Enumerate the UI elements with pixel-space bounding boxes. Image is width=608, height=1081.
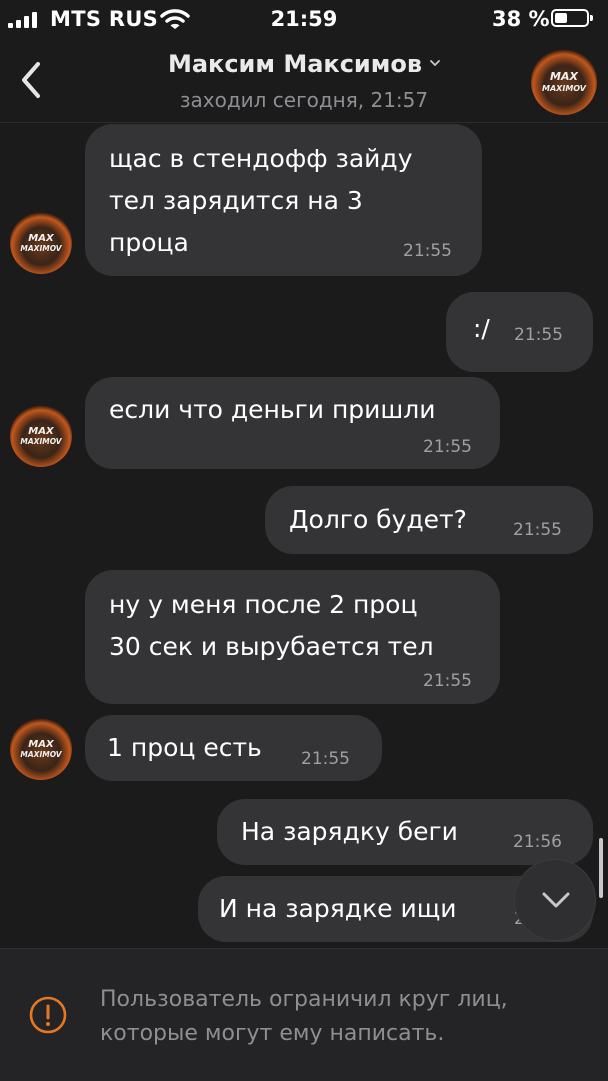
svg-text:MAXIMOV: MAXIMOV bbox=[542, 84, 587, 93]
svg-text:MAXIMOV: MAXIMOV bbox=[20, 750, 62, 759]
message-text: щас в стендофф зайду тел зарядится на 3 … bbox=[109, 144, 413, 257]
message-text: Долго будет? bbox=[289, 505, 467, 534]
scrollbar[interactable] bbox=[599, 838, 603, 898]
battery-percent: 38 % bbox=[492, 7, 550, 31]
message-time: 21:55 bbox=[403, 241, 452, 261]
warning-icon bbox=[29, 996, 67, 1034]
message-time: 21:56 bbox=[513, 832, 562, 852]
contact-name: Максим Максимов bbox=[167, 50, 423, 78]
message-text: На зарядку беги bbox=[241, 817, 458, 846]
chat-header: Максим Максимов заходил сегодня, 21:57 M… bbox=[0, 38, 608, 123]
message-bubble-outgoing[interactable]: Долго будет? 21:55 bbox=[265, 486, 593, 554]
svg-text:MAXIMOV: MAXIMOV bbox=[20, 437, 62, 446]
svg-text:MAX: MAX bbox=[550, 70, 578, 83]
last-seen-status: заходил сегодня, 21:57 bbox=[179, 88, 429, 112]
message-time: 21:55 bbox=[423, 437, 472, 457]
sender-avatar[interactable]: MAX MAXIMOV bbox=[10, 405, 72, 467]
message-text: :/ bbox=[473, 314, 490, 343]
message-time: 21:55 bbox=[513, 520, 562, 540]
message-bubble-incoming[interactable]: ну у меня после 2 проц 30 сек и вырубает… bbox=[85, 570, 500, 704]
message-bubble-outgoing[interactable]: :/ 21:55 bbox=[446, 292, 593, 372]
message-bubble-incoming[interactable]: 1 проц есть 21:55 bbox=[85, 715, 382, 781]
restriction-notice: Пользователь ограничил круг лиц, которые… bbox=[100, 987, 508, 1046]
contact-title[interactable]: Максим Максимов bbox=[0, 50, 608, 78]
message-time: 21:55 bbox=[301, 749, 350, 769]
battery-icon bbox=[551, 9, 593, 27]
svg-text:MAX: MAX bbox=[28, 426, 55, 437]
chevron-down-icon bbox=[542, 892, 570, 908]
restriction-footer: Пользователь ограничил круг лиц, которые… bbox=[0, 948, 608, 1081]
message-bubble-incoming[interactable]: если что деньги пришли 21:55 bbox=[85, 377, 500, 469]
message-time: 21:55 bbox=[423, 671, 472, 691]
contact-avatar[interactable]: MAX MAXIMOV bbox=[531, 49, 597, 115]
message-text: ну у меня после 2 проц 30 сек и вырубает… bbox=[109, 590, 434, 661]
message-text: И на зарядке ищи bbox=[219, 894, 457, 923]
status-bar: MTS RUS 21:59 38 % bbox=[0, 0, 608, 38]
scroll-to-bottom-button[interactable] bbox=[514, 859, 596, 941]
svg-text:MAXIMOV: MAXIMOV bbox=[20, 244, 62, 253]
sender-avatar[interactable]: MAX MAXIMOV bbox=[10, 212, 72, 274]
message-text: если что деньги пришли bbox=[109, 395, 436, 424]
sender-avatar[interactable]: MAX MAXIMOV bbox=[10, 718, 72, 780]
message-text: 1 проц есть bbox=[107, 733, 262, 762]
svg-text:MAX: MAX bbox=[28, 739, 55, 750]
message-time: 21:55 bbox=[514, 325, 563, 345]
svg-text:MAX: MAX bbox=[28, 233, 55, 244]
chevron-down-icon bbox=[430, 60, 440, 67]
message-bubble-incoming[interactable]: щас в стендофф зайду тел зарядится на 3 … bbox=[85, 124, 482, 276]
message-bubble-outgoing[interactable]: На зарядку беги 21:56 bbox=[217, 799, 593, 865]
